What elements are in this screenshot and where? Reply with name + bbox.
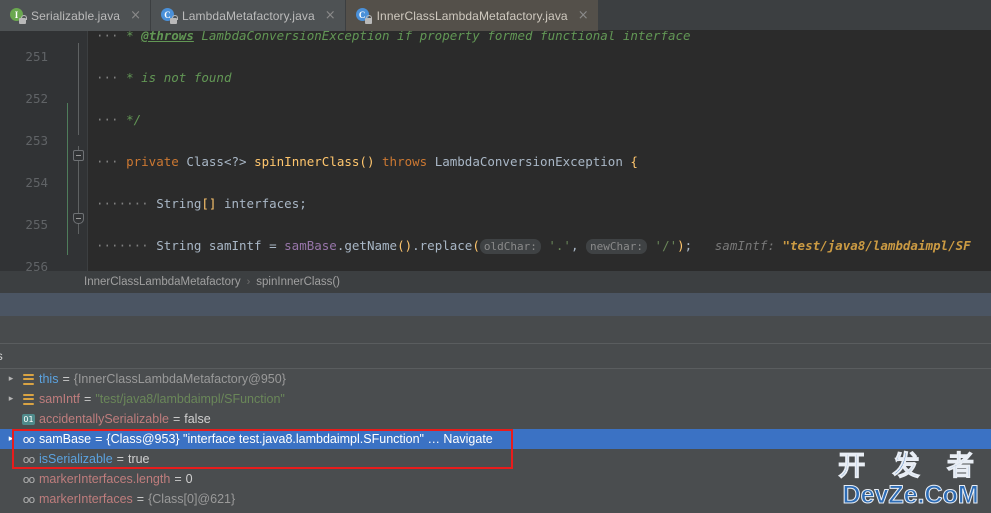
equals-sign: = xyxy=(116,452,124,466)
equals-sign: = xyxy=(172,412,181,426)
reference-icon: oo xyxy=(18,494,39,505)
variable-value: true xyxy=(127,452,150,466)
variable-value: {Class@953} "interface test.java8.lambda… xyxy=(106,432,493,446)
object-icon xyxy=(18,393,39,405)
variable-name: isSerializable xyxy=(39,452,113,466)
breadcrumb-method[interactable]: spinInnerClass() xyxy=(256,276,340,288)
class-icon: C xyxy=(355,8,373,24)
interface-icon: I xyxy=(10,8,27,24)
reference-icon-text: oo xyxy=(22,492,36,506)
variables-panel-header: ables xyxy=(0,344,991,369)
variable-row-markerinterfaces-length[interactable]: ▸ oo markerInterfaces.length = 0 xyxy=(0,469,991,489)
chevron-right-icon: › xyxy=(246,276,251,288)
reference-icon-text: oo xyxy=(22,432,36,446)
variable-name: markerInterfaces.length xyxy=(39,472,171,486)
code-line[interactable]: 252 ··· * is not found xyxy=(0,67,991,106)
expand-chevron-icon: ▸ xyxy=(4,414,18,424)
line-number: 254 xyxy=(25,175,48,190)
variable-value: "test/java8/lambdaimpl/SFunction" xyxy=(95,392,285,406)
code-line[interactable]: 253 ··· */ xyxy=(0,109,991,161)
line-number: 252 xyxy=(25,91,48,106)
editor-tab-bar: I Serializable.java × C LambdaMetafactor… xyxy=(0,0,991,31)
variable-row-isserializable[interactable]: ▸ oo isSerializable = true xyxy=(0,449,991,469)
line-number: 253 xyxy=(25,133,48,148)
equals-sign: = xyxy=(174,472,182,486)
variables-title: ables xyxy=(0,349,3,363)
close-icon[interactable]: × xyxy=(325,9,336,22)
code-line[interactable]: 254 ··· private Class<?> spinInnerClass(… xyxy=(0,151,991,224)
line-number: 255 xyxy=(25,217,48,232)
expand-chevron-icon: ▸ xyxy=(4,474,18,484)
variables-list[interactable]: ▸ this = {InnerClassLambdaMetafactory@95… xyxy=(0,369,991,513)
reference-icon-text: oo xyxy=(22,452,36,466)
class-icon: C xyxy=(161,8,178,24)
code-line[interactable]: 255 ······· String[] interfaces; xyxy=(0,193,991,232)
expand-chevron-icon[interactable]: ▸ xyxy=(4,374,18,384)
variable-name: samBase xyxy=(39,432,92,446)
expand-chevron-icon: ▸ xyxy=(4,454,18,464)
variable-value: {InnerClassLambdaMetafactory@950} xyxy=(73,372,286,386)
code-fold-toggle[interactable] xyxy=(73,213,84,224)
expand-chevron-icon[interactable]: ▸ xyxy=(4,394,18,404)
boolean-icon-text: 01 xyxy=(22,413,35,425)
close-icon[interactable]: × xyxy=(578,9,589,22)
tab-serializable[interactable]: I Serializable.java × xyxy=(0,0,150,31)
boolean-icon: 01 xyxy=(18,413,39,425)
equals-sign: = xyxy=(136,492,145,506)
tab-label: InnerClassLambdaMetafactory.java xyxy=(376,8,568,23)
variable-name: samIntf xyxy=(39,392,80,406)
expand-chevron-icon: ▸ xyxy=(4,494,18,504)
variable-name: markerInterfaces xyxy=(39,492,133,506)
variable-name: accidentallySerializable xyxy=(39,412,169,426)
tab-innerclasslambdametafactory[interactable]: C InnerClassLambdaMetafactory.java × xyxy=(344,0,598,31)
code-line[interactable]: 251 ··· * @throws LambdaConversionExcept… xyxy=(0,31,991,64)
debugger-highlight-strip xyxy=(0,293,991,316)
variable-value: false xyxy=(184,412,211,426)
variable-row-sambase[interactable]: ▸ oo samBase = {Class@953} "interface te… xyxy=(0,429,991,449)
code-editor[interactable]: 251 ··· * @throws LambdaConversionExcept… xyxy=(0,31,991,271)
reference-icon: oo xyxy=(18,474,39,485)
breadcrumb-class[interactable]: InnerClassLambdaMetafactory xyxy=(84,276,241,288)
tab-lambdametafactory[interactable]: C LambdaMetafactory.java × xyxy=(150,0,345,31)
variable-row-accidentallyserializable[interactable]: ▸ 01 accidentallySerializable = false xyxy=(0,409,991,429)
equals-sign: = xyxy=(84,392,92,406)
equals-sign: = xyxy=(62,372,70,386)
tab-label: LambdaMetafactory.java xyxy=(182,8,315,23)
breadcrumb[interactable]: InnerClassLambdaMetafactory › spinInnerC… xyxy=(0,271,991,293)
tab-label: Serializable.java xyxy=(31,8,121,23)
object-icon xyxy=(18,373,39,385)
reference-icon-text: oo xyxy=(22,472,36,486)
line-number: 256 xyxy=(25,259,48,271)
expand-chevron-icon[interactable]: ▸ xyxy=(4,434,18,444)
ide-window: I Serializable.java × C LambdaMetafactor… xyxy=(0,0,991,513)
equals-sign: = xyxy=(95,432,103,446)
reference-icon: oo xyxy=(18,454,39,465)
variable-name: this xyxy=(39,372,59,386)
variable-row-markerinterfaces[interactable]: ▸ oo markerInterfaces = {Class[0]@621} xyxy=(0,489,991,509)
variable-value: {Class[0]@621} xyxy=(148,492,236,506)
variable-value: 0 xyxy=(185,472,193,486)
line-number: 251 xyxy=(25,49,48,64)
variable-row-samintf[interactable]: ▸ samIntf = "test/java8/lambdaimpl/SFunc… xyxy=(0,389,991,409)
variable-row-this[interactable]: ▸ this = {InnerClassLambdaMetafactory@95… xyxy=(0,369,991,389)
close-icon[interactable]: × xyxy=(130,9,141,22)
reference-icon: oo xyxy=(18,434,39,445)
code-line[interactable]: 256 ······· String samIntf = samBase.get… xyxy=(0,235,991,271)
debugger-toolbar-strip[interactable] xyxy=(0,316,991,344)
